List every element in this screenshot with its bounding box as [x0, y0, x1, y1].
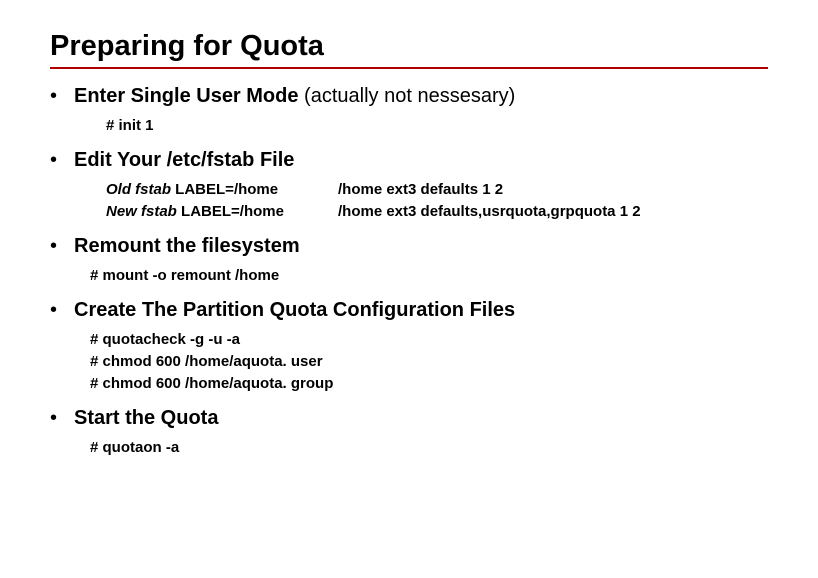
fstab-row: New fstab LABEL=/home /home ext3 default… [106, 201, 768, 223]
list-item: • Start the Quota # quotaon -a [50, 405, 768, 459]
bullet-text: Create The Partition Quota Configuration… [74, 297, 515, 323]
command-line: # quotacheck -g -u -a [90, 329, 768, 351]
title-underline [50, 67, 768, 69]
bullet-text: Enter Single User Mode (actually not nes… [74, 83, 515, 109]
bullet-list: • Enter Single User Mode (actually not n… [50, 83, 768, 459]
command-line: # init 1 [106, 115, 768, 137]
bullet-dot: • [50, 83, 74, 109]
list-item: • Remount the filesystem # mount -o remo… [50, 233, 768, 287]
slide: Preparing for Quota • Enter Single User … [0, 0, 818, 495]
command-line: # chmod 600 /home/aquota. group [90, 373, 768, 395]
list-item: • Edit Your /etc/fstab File Old fstab LA… [50, 147, 768, 223]
sub-block: # quotaon -a [90, 437, 768, 459]
sub-block: Old fstab LABEL=/home /home ext3 default… [106, 179, 768, 223]
bullet-dot: • [50, 297, 74, 323]
sub-block: # init 1 [106, 115, 768, 137]
slide-title: Preparing for Quota [50, 30, 768, 63]
fstab-row: Old fstab LABEL=/home /home ext3 default… [106, 179, 768, 201]
list-item: • Create The Partition Quota Configurati… [50, 297, 768, 395]
bullet-dot: • [50, 405, 74, 431]
bullet-text: Remount the filesystem [74, 233, 300, 259]
bullet-dot: • [50, 233, 74, 259]
sub-block: # quotacheck -g -u -a # chmod 600 /home/… [90, 329, 768, 395]
title-block: Preparing for Quota [50, 30, 768, 69]
bullet-dot: • [50, 147, 74, 173]
command-line: # mount -o remount /home [90, 265, 768, 287]
command-line: # chmod 600 /home/aquota. user [90, 351, 768, 373]
command-line: # quotaon -a [90, 437, 768, 459]
bullet-text: Edit Your /etc/fstab File [74, 147, 294, 173]
bullet-text: Start the Quota [74, 405, 218, 431]
sub-block: # mount -o remount /home [90, 265, 768, 287]
list-item: • Enter Single User Mode (actually not n… [50, 83, 768, 137]
